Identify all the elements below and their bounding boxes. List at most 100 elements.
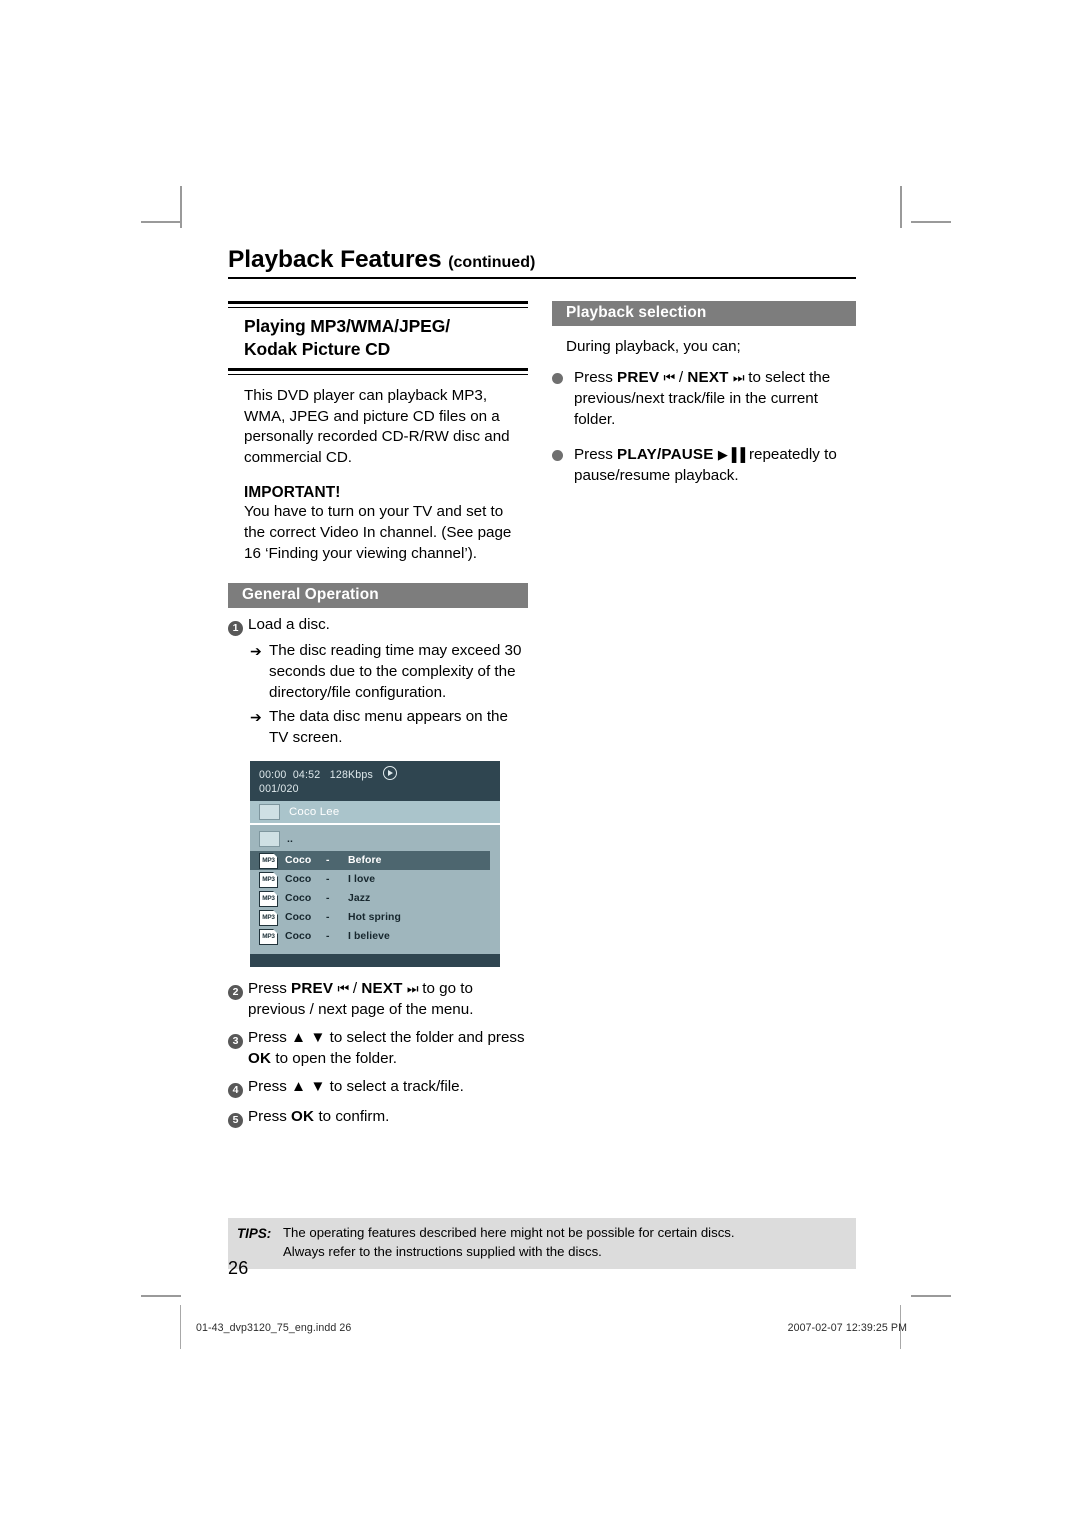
step-4: 4 Press ▲ ▼ to select a track/file. [228, 1077, 528, 1100]
step-number-badge: 5 [228, 1113, 243, 1129]
folder-icon [259, 831, 280, 848]
tv-screen-mockup: 00:00 04:52 128Kbps 001/020 Coco Lee .. [250, 761, 500, 968]
mp3-file-icon: MP3 [259, 909, 278, 926]
step-3-number: 3 [228, 1030, 248, 1070]
play-pause-icon: ▶▐▐ [717, 446, 745, 462]
arrow-down-icon: ▼ [310, 1029, 326, 1047]
tv-status-bar: 00:00 04:52 128Kbps 001/020 [250, 761, 500, 802]
playback-bullet-2: Press PLAY/PAUSE ▶▐▐ repeatedly to pause… [552, 445, 856, 487]
next-icon: ⏭ [732, 369, 745, 385]
tv-track-dash: - [326, 855, 330, 867]
tv-parent-directory-row[interactable]: .. [250, 829, 500, 851]
key-play-pause: PLAY/PAUSE [617, 445, 714, 463]
key-next: NEXT [687, 368, 729, 386]
playback-selection-intro: During playback, you can; [566, 338, 741, 355]
tv-track-artist: Coco [285, 874, 312, 886]
tv-current-folder-row[interactable]: Coco Lee [250, 801, 500, 826]
tv-bitrate: 128Kbps [329, 769, 373, 782]
tv-track-row[interactable]: MP3 Coco - I love [250, 870, 500, 889]
crop-mark-bottom-left-horizontal [141, 1295, 181, 1297]
section-heading: Playing MP3/WMA/JPEG/ Kodak Picture CD [228, 308, 528, 368]
step-1-substep-1: ➔ The disc reading time may exceed 30 se… [250, 641, 528, 704]
crop-mark-top-right-horizontal [911, 221, 951, 223]
section-heading-line2: Kodak Picture CD [244, 339, 391, 360]
arrow-icon: ➔ [250, 643, 262, 660]
arrow-icon: ➔ [250, 709, 262, 726]
tv-track-row[interactable]: MP3 Coco - Before [250, 851, 490, 871]
page-content: Playback Features (continued) Playing MP… [228, 246, 856, 1130]
step-1-substep-2: ➔ The data disc menu appears on the TV s… [250, 707, 528, 749]
important-paragraph: You have to turn on your TV and set to t… [244, 503, 512, 563]
tv-track-title: Hot spring [348, 912, 401, 924]
tv-track-artist: Coco [285, 855, 312, 867]
step-2-number: 2 [228, 981, 248, 1021]
step-5: 5 Press OK to confirm. [228, 1107, 528, 1130]
section-rule-top [228, 301, 528, 308]
tv-parent-directory-label: .. [287, 833, 293, 845]
step-3-suffix: to open the folder. [271, 1050, 398, 1068]
section-heading-line1: Playing MP3/WMA/JPEG/ [244, 316, 450, 336]
tips-label: TIPS: [237, 1226, 272, 1241]
tv-track-counter: 001/020 [259, 782, 299, 795]
bullet-1-separator: / [674, 368, 688, 386]
tv-bottom-bar [250, 954, 500, 968]
tv-elapsed-time: 00:00 [259, 769, 287, 782]
bullet-1-prefix: Press [574, 368, 618, 386]
tv-track-artist: Coco [285, 912, 312, 924]
slug-divider-left [180, 1305, 181, 1349]
intro-paragraph: This DVD player can playback MP3, WMA, J… [244, 386, 510, 467]
mp3-file-icon: MP3 [259, 871, 278, 888]
tv-track-title: Before [348, 855, 382, 867]
arrow-up-icon: ▲ [291, 1078, 307, 1096]
arrow-down-icon: ▼ [310, 1078, 326, 1096]
mp3-file-icon: MP3 [259, 852, 278, 869]
tv-track-row[interactable]: MP3 Coco - Jazz [250, 889, 500, 908]
tv-track-title: I believe [348, 931, 390, 943]
step-5-text: Press OK to confirm. [248, 1107, 528, 1130]
footer-timestamp: 2007-02-07 12:39:25 PM [787, 1322, 907, 1334]
tv-track-row[interactable]: MP3 Coco - Hot spring [250, 908, 500, 927]
section-rule-bottom [228, 367, 528, 375]
step-number-badge: 2 [228, 985, 243, 1001]
mp3-file-icon: MP3 [259, 890, 278, 907]
key-prev: PREV [291, 980, 334, 998]
step-3-prefix: Press [248, 1029, 292, 1047]
key-next: NEXT [361, 980, 403, 998]
page-title-text: Playback Features [228, 246, 442, 273]
crop-mark-top-right-vertical [900, 186, 902, 228]
tv-track-artist: Coco [285, 931, 312, 943]
step-5-suffix: to confirm. [314, 1108, 390, 1126]
step-number-badge: 4 [228, 1083, 243, 1099]
bullet-dot-icon [552, 368, 574, 431]
step-4-prefix: Press [248, 1078, 292, 1096]
step-4-text: Press ▲ ▼ to select a track/file. [248, 1077, 528, 1100]
tv-track-list: .. MP3 Coco - Before MP3 Coco - I love M… [250, 825, 500, 952]
tv-track-row[interactable]: MP3 Coco - I believe [250, 927, 500, 946]
next-icon: ⏭ [406, 981, 419, 997]
tv-track-dash: - [326, 912, 330, 924]
page-title-continued: (continued) [448, 254, 536, 271]
two-column-layout: Playing MP3/WMA/JPEG/ Kodak Picture CD T… [228, 301, 856, 1130]
footer-file-slug: 01-43_dvp3120_75_eng.indd 26 [196, 1322, 352, 1334]
step-number-badge: 3 [228, 1034, 243, 1050]
step-3-text: Press ▲ ▼ to select the folder and press… [248, 1028, 528, 1070]
step-1-substep-2-text: The data disc menu appears on the TV scr… [269, 708, 508, 747]
step-4-number: 4 [228, 1079, 248, 1100]
playback-selection-heading: Playback selection [552, 301, 856, 326]
bullet-2-prefix: Press [574, 445, 618, 463]
key-prev: PREV [617, 368, 660, 386]
tv-total-time: 04:52 [292, 769, 321, 782]
right-column: Playback selection During playback, you … [552, 301, 856, 1130]
step-2: 2 Press PREV ⏮ / NEXT ⏭ to go to previou… [228, 979, 528, 1021]
bullet-dot-icon [552, 445, 574, 487]
page-title-rule [228, 277, 856, 279]
playback-bullet-1: Press PREV ⏮ / NEXT ⏭ to select the prev… [552, 368, 856, 431]
step-number-badge: 1 [228, 621, 243, 637]
step-2-prefix: Press [248, 980, 292, 998]
step-3-mid: to select the folder and press [325, 1029, 525, 1047]
tips-row-1: TIPS: The operating features described h… [228, 1224, 856, 1243]
tv-current-folder-name: Coco Lee [289, 806, 340, 819]
tv-track-dash: - [326, 931, 330, 943]
page-number: 26 [228, 1258, 249, 1278]
tips-line-1: The operating features described here mi… [283, 1225, 735, 1240]
